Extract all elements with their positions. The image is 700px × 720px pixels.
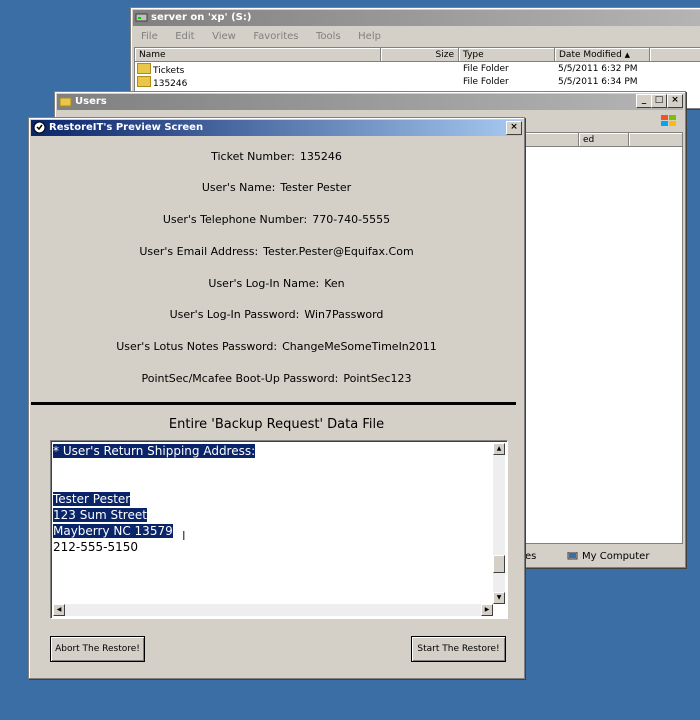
dialog-title: RestoreIT's Preview Screen — [49, 122, 204, 133]
minimize-button[interactable]: _ — [636, 94, 652, 108]
start-restore-button[interactable]: Start The Restore! — [411, 636, 506, 662]
field-value: ChangeMeSomeTimeIn2011 — [282, 340, 437, 353]
file-type: File Folder — [463, 64, 509, 74]
column-size-label: Size — [435, 50, 454, 60]
textarea-line: 123 Sum Street — [53, 508, 147, 522]
server-window-title: server on 'xp' (S:) — [151, 12, 252, 23]
bootup-password-field: PointSec/Mcafee Boot-Up Password: PointSe… — [59, 372, 494, 385]
section-title: Entire 'Backup Request' Data File — [168, 417, 385, 432]
user-name-field: User's Name: Tester Pester — [59, 181, 494, 194]
telephone-field: User's Telephone Number: 770-740-5555 — [59, 213, 494, 226]
file-type: File Folder — [463, 77, 509, 87]
textarea-line: 212-555-5150 — [53, 540, 139, 554]
backup-data-textarea[interactable]: * User's Return Shipping Address: Tester… — [50, 440, 508, 619]
field-value: 770-740-5555 — [312, 213, 391, 226]
maximize-button[interactable]: □ — [651, 94, 667, 108]
column-header-partial[interactable]: ed — [579, 133, 629, 147]
folder-icon — [59, 95, 72, 108]
column-date-label: Date Modified — [559, 50, 622, 60]
column-name[interactable]: Name — [135, 48, 381, 62]
login-name-field: User's Log-In Name: Ken — [59, 277, 494, 290]
column-type[interactable]: Type — [459, 48, 555, 62]
my-computer-icon — [567, 551, 578, 562]
file-date: 5/5/2011 6:32 PM — [558, 64, 638, 74]
users-window-title: Users — [75, 96, 107, 107]
login-password-field: User's Log-In Password: Win7Password — [59, 308, 494, 321]
textarea-line: Mayberry NC 13579 — [53, 524, 173, 538]
column-date-modified[interactable]: Date Modified ▲ — [555, 48, 650, 62]
field-value: Tester.Pester@Equifax.Com — [263, 245, 414, 258]
field-label: User's Lotus Notes Password: — [116, 340, 278, 353]
users-window-titlebar[interactable]: Users — [57, 94, 683, 110]
restore-preview-dialog: RestoreIT's Preview Screen × Ticket Numb… — [28, 117, 525, 679]
file-name: 135246 — [153, 79, 188, 89]
menu-tools[interactable]: Tools — [316, 28, 341, 46]
field-label: User's Telephone Number: — [162, 213, 308, 226]
ticket-number-field: Ticket Number: 135246 — [59, 150, 494, 163]
field-label: PointSec/Mcafee Boot-Up Password: — [141, 372, 339, 385]
file-row[interactable]: Tickets File Folder 5/5/2011 6:32 PM — [137, 63, 647, 76]
scroll-right-icon[interactable]: ▶ — [481, 604, 493, 616]
lotus-notes-password-field: User's Lotus Notes Password: ChangeMeSome… — [59, 340, 494, 353]
menu-edit[interactable]: Edit — [175, 28, 194, 46]
server-window-titlebar[interactable]: server on 'xp' (S:) — [133, 10, 700, 26]
field-label: User's Log-In Name: — [208, 277, 320, 290]
abort-restore-button[interactable]: Abort The Restore! — [50, 636, 145, 662]
scroll-down-icon[interactable]: ▼ — [493, 592, 505, 604]
field-value: Tester Pester — [280, 181, 352, 194]
dialog-titlebar[interactable]: RestoreIT's Preview Screen — [31, 120, 522, 136]
close-button[interactable]: × — [667, 94, 683, 108]
horizontal-scrollbar[interactable]: ◀ ▶ — [53, 604, 493, 616]
menu-help[interactable]: Help — [358, 28, 381, 46]
scroll-up-icon[interactable]: ▲ — [493, 443, 505, 455]
field-label: User's Email Address: — [139, 245, 259, 258]
text-cursor-icon: I — [182, 529, 186, 543]
file-name: Tickets — [153, 66, 185, 76]
column-header-empty — [629, 133, 682, 147]
section-divider — [31, 402, 516, 405]
field-value: Win7Password — [304, 308, 384, 321]
textarea-content: * User's Return Shipping Address: Tester… — [53, 443, 256, 555]
menu-view[interactable]: View — [212, 28, 236, 46]
sort-arrow-icon: ▲ — [624, 51, 631, 59]
textarea-line: Tester Pester — [53, 492, 131, 506]
status-location: My Computer — [582, 551, 650, 562]
email-field: User's Email Address: Tester.Pester@Equif… — [59, 245, 494, 258]
folder-icon — [137, 76, 151, 87]
status-left-text: es — [525, 551, 537, 562]
file-row[interactable]: 135246 File Folder 5/5/2011 6:34 PM — [137, 76, 647, 89]
menu-favorites[interactable]: Favorites — [253, 28, 298, 46]
field-label: Ticket Number: — [211, 150, 295, 163]
file-date: 5/5/2011 6:34 PM — [558, 77, 638, 87]
field-label: User's Log-In Password: — [169, 308, 300, 321]
close-button[interactable]: × — [506, 121, 522, 135]
scroll-thumb[interactable] — [493, 555, 505, 573]
drive-icon — [135, 11, 148, 24]
field-value: 135246 — [299, 150, 342, 163]
column-empty — [650, 48, 700, 62]
field-value: PointSec123 — [343, 372, 412, 385]
textarea-line: * User's Return Shipping Address: — [53, 444, 256, 458]
windows-logo-icon — [659, 113, 679, 129]
folder-icon — [137, 63, 151, 74]
scroll-left-icon[interactable]: ◀ — [53, 604, 65, 616]
column-size[interactable]: Size — [381, 48, 459, 62]
field-label: User's Name: — [201, 181, 276, 194]
menu-file[interactable]: File — [141, 28, 158, 46]
field-value: Ken — [324, 277, 345, 290]
server-menubar: File Edit View Favorites Tools Help — [133, 28, 700, 46]
app-icon — [33, 121, 46, 134]
vertical-scrollbar[interactable]: ▲ ▼ — [493, 443, 505, 604]
